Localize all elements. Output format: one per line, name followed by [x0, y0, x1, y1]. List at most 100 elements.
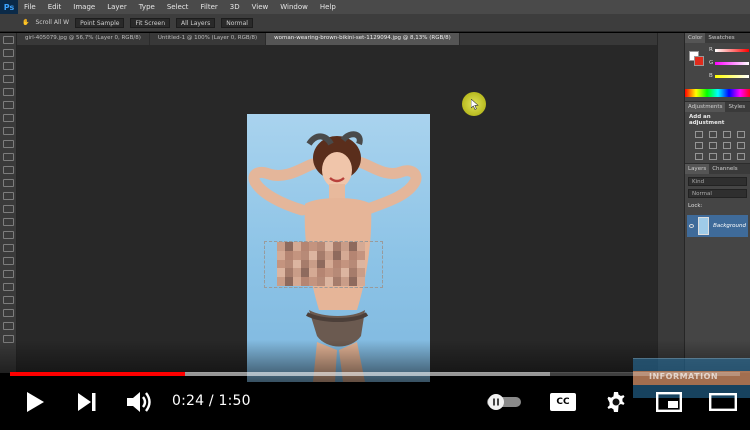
tool-icon[interactable] [2, 192, 14, 200]
settings-icon [607, 392, 625, 412]
tool-icon[interactable] [2, 322, 14, 330]
menu-3d[interactable]: 3D [224, 3, 246, 11]
tool-icon[interactable] [2, 270, 14, 278]
tool-icon[interactable] [2, 62, 14, 70]
layers-select[interactable]: All Layers [176, 17, 216, 28]
color-spectrum[interactable] [685, 89, 750, 97]
mode-select[interactable]: Normal [221, 17, 253, 28]
tool-icon[interactable] [2, 309, 14, 317]
levels-icon[interactable] [709, 131, 717, 138]
panel-icon-strip [657, 33, 684, 373]
autoplay-toggle[interactable] [484, 388, 524, 416]
tab-styles[interactable]: Styles [725, 102, 748, 112]
tool-icon[interactable] [2, 218, 14, 226]
channel-b-label: B [709, 73, 713, 79]
adjustments-title: Add an adjustment [689, 114, 725, 126]
tool-icon[interactable] [2, 88, 14, 96]
photoshop-logo-icon: Ps [0, 0, 18, 14]
menu-window[interactable]: Window [274, 3, 314, 11]
play-button[interactable] [20, 388, 50, 416]
miniplayer-icon [656, 392, 682, 412]
tab-swatches[interactable]: Swatches [705, 33, 737, 43]
layer-kind-filter[interactable]: Kind [688, 177, 747, 186]
tool-icon[interactable] [2, 75, 14, 83]
menu-type[interactable]: Type [133, 3, 161, 11]
menu-help[interactable]: Help [314, 3, 342, 11]
tool-icon[interactable] [2, 127, 14, 135]
bw-icon[interactable] [737, 142, 745, 149]
play-icon [27, 392, 44, 412]
volume-icon [127, 392, 151, 412]
tab-document-1[interactable]: girl-405079.jpg @ 56,7% (Layer 0, RGB/8) [17, 33, 150, 45]
menu-filter[interactable]: Filter [194, 3, 223, 11]
tab-document-active[interactable]: woman-wearing-brown-bikini-set-1129094.j… [266, 33, 460, 45]
tool-icon[interactable] [2, 257, 14, 265]
volume-button[interactable] [124, 388, 156, 416]
miniplayer-button[interactable] [654, 388, 684, 416]
menu-view[interactable]: View [246, 3, 275, 11]
right-panels: Color Swatches R G B Adjustments Styles … [684, 33, 750, 373]
tool-icon[interactable] [2, 244, 14, 252]
channel-mixer-icon[interactable] [709, 153, 717, 160]
slider-r[interactable] [715, 49, 749, 52]
tab-color[interactable]: Color [685, 33, 706, 43]
tool-icon[interactable] [2, 49, 14, 57]
tab-document-2[interactable]: Untitled-1 @ 100% (Layer 0, RGB/8) [150, 33, 267, 45]
tool-icon[interactable] [2, 114, 14, 122]
eye-icon[interactable] [689, 224, 695, 228]
lookup-icon[interactable] [723, 153, 731, 160]
tool-icon[interactable] [2, 166, 14, 174]
tool-icon[interactable] [2, 283, 14, 291]
cc-label: CC [556, 397, 570, 407]
photo-filter-icon[interactable] [695, 153, 703, 160]
slider-g[interactable] [715, 62, 749, 65]
layer-background[interactable]: Background [687, 215, 748, 237]
tool-icon[interactable] [2, 296, 14, 304]
time-display: 0:24 / 1:50 [172, 393, 251, 409]
sample-select[interactable]: Point Sample [75, 17, 125, 28]
tool-icon[interactable] [2, 101, 14, 109]
exposure-icon[interactable] [737, 131, 745, 138]
channel-r-label: R [709, 47, 713, 53]
current-time: 0:24 [172, 393, 205, 409]
scroll-all-checkbox[interactable]: Scroll All W [35, 19, 69, 26]
balance-icon[interactable] [723, 142, 731, 149]
menu-image[interactable]: Image [67, 3, 101, 11]
progress-bar[interactable] [10, 372, 740, 376]
settings-button[interactable] [601, 388, 631, 416]
menu-select[interactable]: Select [161, 3, 195, 11]
next-button[interactable] [72, 388, 102, 416]
layer-name: Background [713, 223, 746, 229]
invert-icon[interactable] [737, 153, 745, 160]
tool-icon[interactable] [2, 36, 14, 44]
tool-icon[interactable] [2, 231, 14, 239]
total-time: 1:50 [218, 393, 251, 409]
autoplay-toggle-icon [487, 394, 521, 410]
tool-icon[interactable] [2, 140, 14, 148]
brightness-icon[interactable] [695, 131, 703, 138]
tab-layers[interactable]: Layers [685, 164, 710, 174]
tab-channels[interactable]: Channels [709, 164, 740, 174]
zoom-select[interactable]: Fit Screen [130, 17, 171, 28]
mouse-pointer-icon [471, 99, 479, 110]
menu-file[interactable]: File [18, 3, 42, 11]
subtitles-button[interactable]: CC [548, 388, 578, 416]
menu-layer[interactable]: Layer [101, 3, 133, 11]
next-icon [78, 393, 96, 411]
menu-edit[interactable]: Edit [42, 3, 68, 11]
hue-icon[interactable] [709, 142, 717, 149]
tools-panel [0, 33, 17, 373]
background-color-swatch[interactable] [694, 56, 704, 66]
tab-adjustments[interactable]: Adjustments [685, 102, 726, 112]
blend-mode-select[interactable]: Normal [688, 189, 747, 198]
player-controls: 0:24 / 1:50 CC [0, 380, 750, 424]
slider-b[interactable] [715, 75, 749, 78]
theater-button[interactable] [708, 388, 738, 416]
curves-icon[interactable] [723, 131, 731, 138]
tool-icon[interactable] [2, 179, 14, 187]
played-bar [10, 372, 186, 376]
tool-icon[interactable] [2, 153, 14, 161]
tool-icon[interactable] [2, 205, 14, 213]
cursor-highlight [462, 92, 486, 116]
vibrance-icon[interactable] [695, 142, 703, 149]
